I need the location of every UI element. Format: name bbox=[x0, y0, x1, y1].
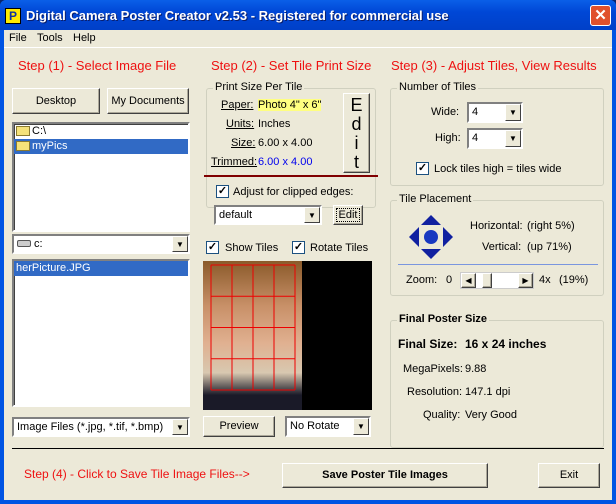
desktop-button[interactable]: Desktop bbox=[12, 88, 100, 114]
paper-label: Paper: bbox=[221, 99, 254, 111]
adjust-clipped-checkbox[interactable]: ✓ bbox=[216, 185, 229, 198]
horizontal-value: (right 5%) bbox=[527, 220, 575, 232]
chevron-down-icon[interactable]: ▼ bbox=[172, 236, 188, 252]
file-list[interactable]: herPicture.JPG bbox=[12, 259, 190, 407]
rotate-select[interactable]: No Rotate ▼ bbox=[285, 416, 371, 437]
tiles-high-select[interactable]: 4 ▼ bbox=[467, 128, 523, 149]
chevron-down-icon[interactable]: ▼ bbox=[505, 104, 521, 121]
zoom-label: Zoom: bbox=[406, 274, 438, 286]
zoom-scrollbar[interactable]: ◀ ▶ bbox=[460, 272, 534, 289]
arrow-left-icon[interactable] bbox=[409, 227, 419, 247]
lock-tiles-checkbox[interactable]: ✓ bbox=[416, 162, 429, 175]
folder-item[interactable]: C:\ bbox=[14, 124, 188, 139]
edit-paper-button[interactable]: Edit bbox=[343, 93, 370, 173]
megapixels-label: MegaPixels: bbox=[403, 363, 463, 375]
step1-heading: Step (1) - Select Image File bbox=[18, 58, 177, 73]
file-filter-select[interactable]: Image Files (*.jpg, *.tif, *.bmp) ▼ bbox=[12, 417, 190, 437]
client-area: File Tools Help Step (1) - Select Image … bbox=[4, 30, 612, 500]
tiles-wide-select[interactable]: 4 ▼ bbox=[467, 102, 523, 123]
size-value: 6.00 x 4.00 bbox=[258, 137, 313, 149]
title-bar[interactable]: P Digital Camera Poster Creator v2.53 - … bbox=[0, 0, 616, 30]
divider bbox=[204, 175, 378, 177]
center-button-icon[interactable] bbox=[424, 230, 438, 244]
vertical-value: (up 71%) bbox=[527, 241, 572, 253]
wide-label: Wide: bbox=[431, 106, 460, 118]
app-logo-icon: P bbox=[5, 8, 21, 24]
exit-button[interactable]: Exit bbox=[538, 463, 600, 488]
footer-divider bbox=[12, 448, 604, 449]
menu-bar: File Tools Help bbox=[4, 30, 612, 48]
drive-select[interactable]: c: ▼ bbox=[12, 234, 190, 254]
units-label: Units: bbox=[226, 118, 255, 130]
drive-icon bbox=[17, 240, 31, 247]
show-tiles-label: Show Tiles bbox=[225, 242, 279, 254]
zoom-value: (19%) bbox=[559, 274, 589, 286]
horizontal-label: Horizontal: bbox=[470, 220, 523, 232]
file-item-selected[interactable]: herPicture.JPG bbox=[14, 261, 188, 276]
open-folder-icon bbox=[16, 141, 30, 152]
direction-pad[interactable] bbox=[407, 213, 455, 261]
tile-grid bbox=[210, 264, 296, 391]
menu-help[interactable]: Help bbox=[73, 32, 96, 44]
my-documents-button[interactable]: My Documents bbox=[107, 88, 189, 114]
quality-value: Very Good bbox=[465, 409, 517, 421]
menu-file[interactable]: File bbox=[9, 32, 27, 44]
divider bbox=[398, 264, 598, 265]
adjust-clipped-label: Adjust for clipped edges: bbox=[233, 186, 354, 198]
scroll-right-icon[interactable]: ▶ bbox=[518, 273, 533, 288]
chevron-down-icon[interactable]: ▼ bbox=[172, 419, 188, 435]
preview-button[interactable]: Preview bbox=[203, 416, 275, 437]
arrow-up-icon[interactable] bbox=[421, 215, 441, 225]
resolution-value: 147.1 dpi bbox=[465, 386, 511, 398]
window-title: Digital Camera Poster Creator v2.53 - Re… bbox=[26, 8, 449, 23]
scroll-left-icon[interactable]: ◀ bbox=[461, 273, 476, 288]
chevron-down-icon[interactable]: ▼ bbox=[353, 418, 369, 435]
arrow-down-icon[interactable] bbox=[421, 249, 441, 259]
zoom-slider-thumb[interactable] bbox=[482, 273, 493, 288]
clip-preset-select[interactable]: default ▼ bbox=[214, 205, 322, 225]
megapixels-value: 9.88 bbox=[465, 363, 487, 375]
close-button[interactable]: ✕ bbox=[590, 5, 611, 26]
zoom-max: 4x bbox=[539, 274, 551, 286]
quality-label: Quality: bbox=[423, 409, 461, 421]
zoom-min: 0 bbox=[446, 274, 453, 286]
image-preview[interactable] bbox=[203, 261, 372, 410]
group-title: Print Size Per Tile bbox=[213, 81, 305, 93]
chevron-down-icon[interactable]: ▼ bbox=[505, 130, 521, 147]
lock-tiles-label: Lock tiles high = tiles wide bbox=[434, 163, 562, 175]
rotate-tiles-checkbox[interactable]: ✓ bbox=[292, 241, 305, 254]
app-window: P Digital Camera Poster Creator v2.53 - … bbox=[0, 0, 616, 504]
menu-tools[interactable]: Tools bbox=[37, 32, 63, 44]
open-folder-icon bbox=[16, 126, 30, 137]
high-label: High: bbox=[435, 132, 461, 144]
rotate-tiles-label: Rotate Tiles bbox=[310, 242, 369, 254]
trimmed-value: 6.00 x 4.00 bbox=[258, 156, 313, 168]
arrow-right-icon[interactable] bbox=[443, 227, 453, 247]
step3-heading: Step (3) - Adjust Tiles, View Results bbox=[391, 58, 597, 73]
edit-clip-button[interactable]: Edit bbox=[333, 205, 363, 225]
folder-list[interactable]: C:\ myPics bbox=[12, 122, 190, 232]
chevron-down-icon[interactable]: ▼ bbox=[304, 207, 320, 223]
units-value: Inches bbox=[258, 118, 291, 130]
vertical-label: Vertical: bbox=[482, 241, 522, 253]
folder-item-selected[interactable]: myPics bbox=[14, 139, 188, 154]
final-size-value: 16 x 24 inches bbox=[465, 337, 547, 351]
save-tiles-button[interactable]: Save Poster Tile Images bbox=[282, 463, 488, 488]
size-label: Size: bbox=[231, 137, 256, 149]
paper-value: Photo 4" x 6" bbox=[258, 99, 322, 111]
final-size-label: Final Size: bbox=[398, 337, 458, 351]
step2-heading: Step (2) - Set Tile Print Size bbox=[211, 58, 372, 73]
resolution-label: Resolution: bbox=[407, 386, 463, 398]
step4-heading: Step (4) - Click to Save Tile Image File… bbox=[24, 467, 250, 481]
trimmed-label: Trimmed: bbox=[211, 156, 258, 168]
show-tiles-checkbox[interactable]: ✓ bbox=[206, 241, 219, 254]
